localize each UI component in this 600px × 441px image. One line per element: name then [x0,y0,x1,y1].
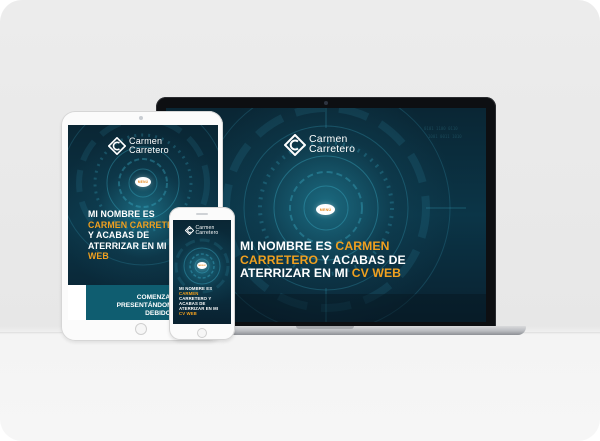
headline-highlight: CV WEB [351,266,402,281]
laptop-camera [324,101,328,105]
headline-text: ATERRIZAR EN MI [240,266,352,281]
logo-last-name: Carretero [129,145,169,155]
headline-text: Y ACABAS DE [318,252,406,267]
logo: Carmen Carretero [185,226,218,236]
phone-screen: Carmen Carretero MENÚ MI NOMBRE ES CARME… [173,220,231,324]
tablet-camera [139,116,143,120]
headline-highlight: CARMEN CARRETE [88,219,173,230]
hero-headline: MI NOMBRE ES CARMEN CARRETERO Y ACABAS D… [179,286,218,316]
logo-last-name: Carretero [309,143,356,155]
headline-highlight: WEB [88,251,109,262]
logo-mark-icon [185,226,194,236]
headline-text: ATERRIZAR EN MI [88,240,167,251]
tablet-home-button [135,323,147,335]
logo-mark-icon [284,134,306,156]
headline-highlight: CARMEN [335,239,390,253]
logo-mark-icon [108,137,126,155]
headline-text: MI NOMBRE ES [240,239,336,253]
svg-text:1001 0011 1010: 1001 0011 1010 [428,134,462,139]
phone-home-button [197,328,207,338]
menu-button[interactable]: MENÚ [197,262,207,269]
headline-text: MI NOMBRE ES [88,209,155,219]
laptop-notch [296,326,354,329]
hero-headline: MI NOMBRE ES CARMEN CARRETE Y ACABAS DE … [88,209,173,262]
logo: Carmen Carretero [284,134,355,156]
hero-headline: MI NOMBRE ES CARMEN CARRETERO Y ACABAS D… [240,239,406,281]
menu-button[interactable]: MENÚ [316,204,335,215]
tablet-white-strip [68,285,86,320]
svg-text:0101 1100 0110: 0101 1100 0110 [424,126,458,131]
headline-highlight: CARRETERO [240,252,319,267]
headline-text: Y ACABAS DE [88,230,150,241]
headline-highlight: CV WEB [179,311,197,317]
mockup-card: 0101 1100 0110 1001 0011 1010 1100 0101 … [0,0,600,441]
logo-last-name: Carretero [195,229,219,236]
menu-button[interactable]: MENÚ [135,177,151,187]
phone-speaker [196,213,208,215]
logo: Carmen Carretero [108,137,169,155]
